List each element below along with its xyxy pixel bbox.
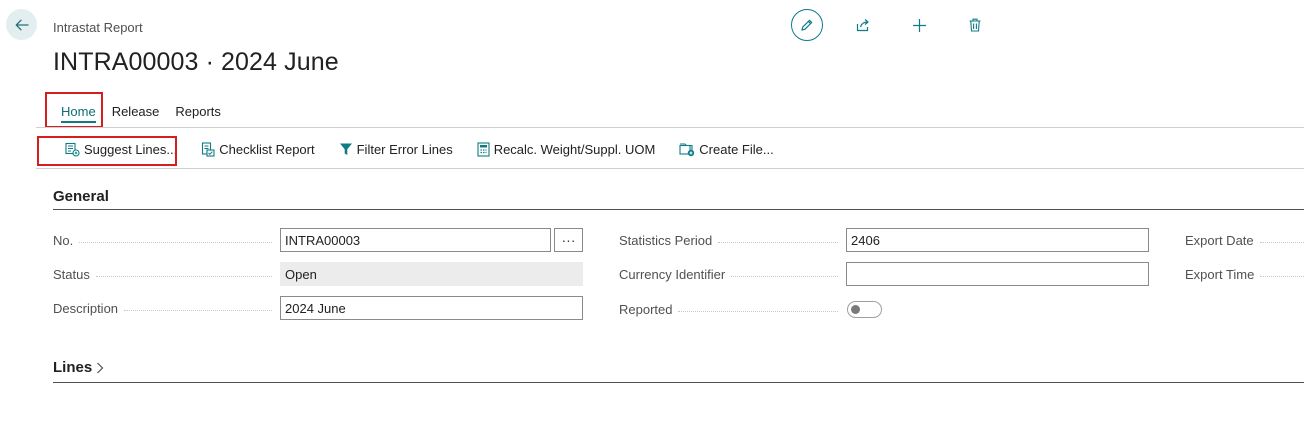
description-field[interactable]: 2024 June — [280, 296, 583, 320]
new-button[interactable] — [909, 15, 929, 35]
description-label: Description — [53, 301, 278, 316]
home-tab-highlight — [45, 92, 103, 128]
toggle-knob — [851, 305, 860, 314]
general-section-rule — [53, 209, 1304, 210]
suggest-lines-highlight — [37, 136, 177, 166]
create-file-icon — [679, 142, 695, 156]
tab-reports[interactable]: Reports — [167, 100, 229, 125]
create-file-button[interactable]: Create File... — [679, 142, 774, 157]
share-icon — [856, 19, 869, 32]
filter-error-lines-button[interactable]: Filter Error Lines — [339, 142, 453, 157]
statistics-period-field[interactable]: 2406 — [846, 228, 1149, 252]
general-section-title[interactable]: General — [53, 188, 109, 205]
plus-icon — [912, 18, 926, 32]
statistics-period-label: Statistics Period — [619, 233, 844, 248]
lines-section-title: Lines — [53, 359, 93, 376]
filter-icon — [339, 143, 352, 155]
page-title: INTRA00003 · 2024 June — [53, 48, 339, 76]
share-button[interactable] — [853, 15, 873, 35]
pencil-icon — [801, 19, 813, 31]
chevron-right-icon — [97, 362, 104, 373]
no-label: No. — [53, 233, 278, 248]
currency-identifier-field[interactable] — [846, 262, 1149, 286]
status-field: Open — [280, 262, 583, 286]
recalc-icon — [477, 141, 490, 157]
export-date-label: Export Date — [1185, 233, 1304, 248]
currency-identifier-label: Currency Identifier — [619, 267, 844, 282]
export-time-label: Export Time — [1185, 267, 1304, 282]
no-assist-button[interactable]: ··· — [554, 228, 583, 252]
edit-button[interactable] — [791, 9, 823, 41]
checklist-icon — [202, 141, 215, 157]
back-button[interactable] — [6, 9, 37, 40]
lines-section-header[interactable]: Lines — [53, 359, 105, 376]
arrow-left-icon — [15, 19, 29, 30]
trash-icon — [969, 18, 981, 32]
breadcrumb: Intrastat Report — [53, 20, 143, 35]
no-field[interactable]: INTRA00003 — [280, 228, 551, 252]
tab-release[interactable]: Release — [104, 100, 168, 125]
reported-label: Reported — [619, 302, 844, 317]
delete-button[interactable] — [965, 15, 985, 35]
reported-toggle[interactable] — [847, 301, 882, 318]
recalc-weight-button[interactable]: Recalc. Weight/Suppl. UOM — [477, 141, 655, 157]
checklist-report-button[interactable]: Checklist Report — [201, 141, 315, 157]
tabs-divider — [36, 127, 1304, 128]
actionbar-divider — [36, 168, 1304, 169]
lines-section-rule — [53, 382, 1304, 383]
status-label: Status — [53, 267, 278, 282]
